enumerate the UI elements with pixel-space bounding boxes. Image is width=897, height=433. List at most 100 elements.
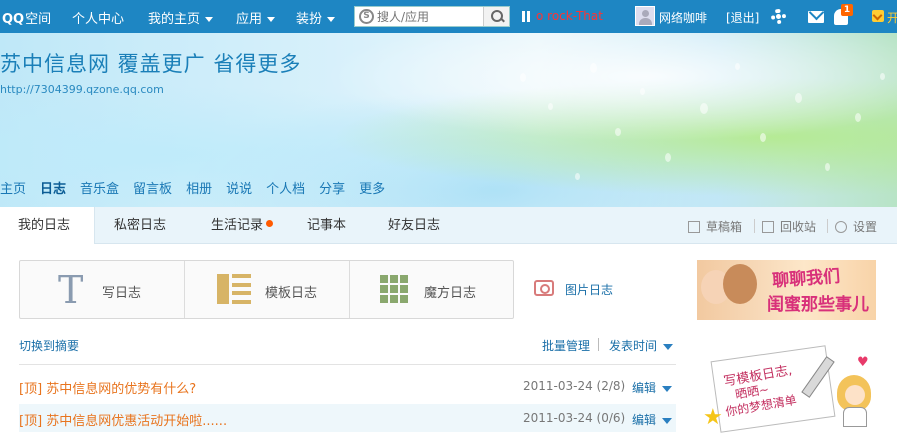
template-icon	[217, 274, 251, 304]
vip-label[interactable]: 开	[887, 9, 897, 26]
write-panel: T 写日志 模板日志 魔方日志	[19, 260, 514, 319]
tab-friends-blog[interactable]: 好友日志	[388, 207, 440, 244]
space-nav-blog[interactable]: 日志	[40, 182, 66, 197]
search-input[interactable]	[377, 8, 477, 25]
raindrop	[520, 73, 526, 82]
raindrop	[575, 173, 580, 180]
mail-icon[interactable]	[808, 11, 824, 23]
sort-by-time-dropdown[interactable]: 发表时间	[609, 337, 674, 354]
site-url[interactable]: http://7304399.qzone.qq.com	[0, 83, 164, 96]
chevron-down-icon	[662, 417, 673, 424]
space-nav-music[interactable]: 音乐盒	[80, 182, 119, 197]
search-box: S	[354, 6, 510, 27]
raindrop	[700, 103, 708, 114]
list-item: [顶] 苏中信息网优惠活动开始啦...... 2011-03-24 (0/6) …	[19, 404, 676, 432]
settings-link[interactable]: 设置	[835, 218, 877, 235]
raindrop	[880, 73, 885, 80]
magic-blog-button[interactable]: 魔方日志	[350, 261, 513, 318]
space-nav-album[interactable]: 相册	[186, 182, 212, 197]
template-label: 模板日志	[265, 286, 318, 301]
promo-template-blog[interactable]: 写模板日志, 晒晒~ 你的梦想清单 ★ ♥	[697, 345, 876, 433]
nav-my-homepage[interactable]: 我的主页	[148, 8, 214, 27]
tab-private-blog[interactable]: 私密日志	[114, 207, 166, 244]
space-nav-shuoshuo[interactable]: 说说	[226, 182, 252, 197]
pause-icon[interactable]	[522, 11, 530, 22]
raindrop	[735, 63, 740, 70]
nav-decorate[interactable]: 装扮	[296, 8, 336, 27]
nav-label: 我的主页	[148, 12, 201, 27]
tab-life-record[interactable]: 生活记录	[211, 207, 274, 244]
post-title-link[interactable]: [顶] 苏中信息网的优势有什么?	[19, 378, 196, 397]
space-nav-guestbook[interactable]: 留言板	[133, 182, 172, 197]
sort-label: 发表时间	[609, 339, 658, 353]
tab-label: 好友日志	[388, 218, 441, 233]
nav-label: 应用	[236, 12, 263, 27]
space-nav-home[interactable]: 主页	[0, 182, 26, 197]
tab-my-blog[interactable]: 我的日志	[0, 207, 95, 244]
post-date-stats: 2011-03-24 (2/8)	[523, 379, 626, 393]
tab-notebook[interactable]: 记事本	[307, 207, 346, 244]
promo-headline: 聊聊我们	[771, 266, 841, 292]
tool-label: 回收站	[780, 220, 817, 234]
template-blog-button[interactable]: 模板日志	[185, 261, 350, 318]
divider	[754, 219, 755, 233]
write-blog-button[interactable]: T 写日志	[20, 261, 185, 318]
tab-label: 私密日志	[114, 218, 167, 233]
promo-banner-besties[interactable]: 聊聊我们 闺蜜那些事儿	[697, 260, 876, 320]
chevron-down-icon	[663, 343, 674, 350]
gear-icon[interactable]	[771, 9, 786, 24]
divider	[598, 338, 599, 351]
edit-label: 编辑	[632, 413, 657, 427]
post-title-link[interactable]: [顶] 苏中信息网优惠活动开始啦......	[19, 410, 227, 429]
post-date-stats: 2011-03-24 (0/6)	[523, 411, 626, 425]
raindrop	[590, 63, 597, 73]
banner: 苏中信息网 覆盖更广 省得更多 http://7304399.qzone.qq.…	[0, 33, 897, 207]
edit-dropdown[interactable]: 编辑	[632, 411, 673, 428]
vip-icon[interactable]	[872, 10, 884, 22]
girl-illustration	[723, 264, 757, 304]
tool-label: 设置	[853, 220, 878, 234]
magic-label: 魔方日志	[424, 286, 477, 301]
divider	[827, 219, 828, 233]
list-item: [顶] 苏中信息网的优势有什么? 2011-03-24 (2/8) 编辑	[19, 372, 676, 400]
switch-to-summary-link[interactable]: 切换到摘要	[19, 337, 79, 354]
notification-badge: 1	[841, 4, 853, 16]
raindrop	[795, 93, 802, 103]
nav-personal-center[interactable]: 个人中心	[72, 8, 124, 27]
write-label: 写日志	[102, 286, 142, 301]
space-nav: 主页 日志 音乐盒 留言板 相册 说说 个人档 分享 更多	[0, 178, 399, 197]
raindrop	[640, 88, 645, 95]
search-button[interactable]	[483, 7, 509, 26]
raindrop	[855, 113, 861, 122]
nav-label: 装扮	[296, 12, 323, 27]
grid-icon	[380, 275, 408, 303]
logout-link[interactable]: [退出]	[726, 9, 759, 26]
raindrop	[665, 153, 671, 162]
drafts-icon	[688, 221, 700, 233]
gear-icon	[835, 221, 847, 233]
recycle-bin-link[interactable]: 回收站	[762, 218, 816, 235]
bulk-manage-link[interactable]: 批量管理	[542, 337, 590, 354]
logo-suffix: 空间	[25, 12, 52, 27]
chevron-down-icon	[327, 17, 336, 22]
username[interactable]: 网络咖啡	[659, 9, 707, 26]
space-nav-share[interactable]: 分享	[319, 182, 345, 197]
star-icon: ★	[703, 405, 723, 430]
tool-label: 草稿箱	[706, 220, 743, 234]
camera-icon[interactable]	[534, 280, 554, 296]
photo-blog-link[interactable]: 图片日志	[565, 281, 613, 298]
chevron-down-icon	[662, 385, 673, 392]
edit-dropdown[interactable]: 编辑	[632, 379, 673, 396]
now-playing[interactable]: o rock-That	[536, 9, 626, 23]
tab-label: 我的日志	[18, 218, 71, 233]
divider	[19, 364, 676, 365]
edit-label: 编辑	[632, 381, 657, 395]
space-nav-profile[interactable]: 个人档	[266, 182, 305, 197]
logo-brand: QQ	[2, 12, 25, 27]
raindrop	[615, 128, 621, 136]
avatar[interactable]	[635, 6, 655, 26]
space-nav-more[interactable]: 更多	[359, 182, 385, 197]
nav-apps[interactable]: 应用	[236, 8, 276, 27]
qzone-logo[interactable]: QQ空间	[2, 8, 51, 27]
drafts-link[interactable]: 草稿箱	[688, 218, 742, 235]
